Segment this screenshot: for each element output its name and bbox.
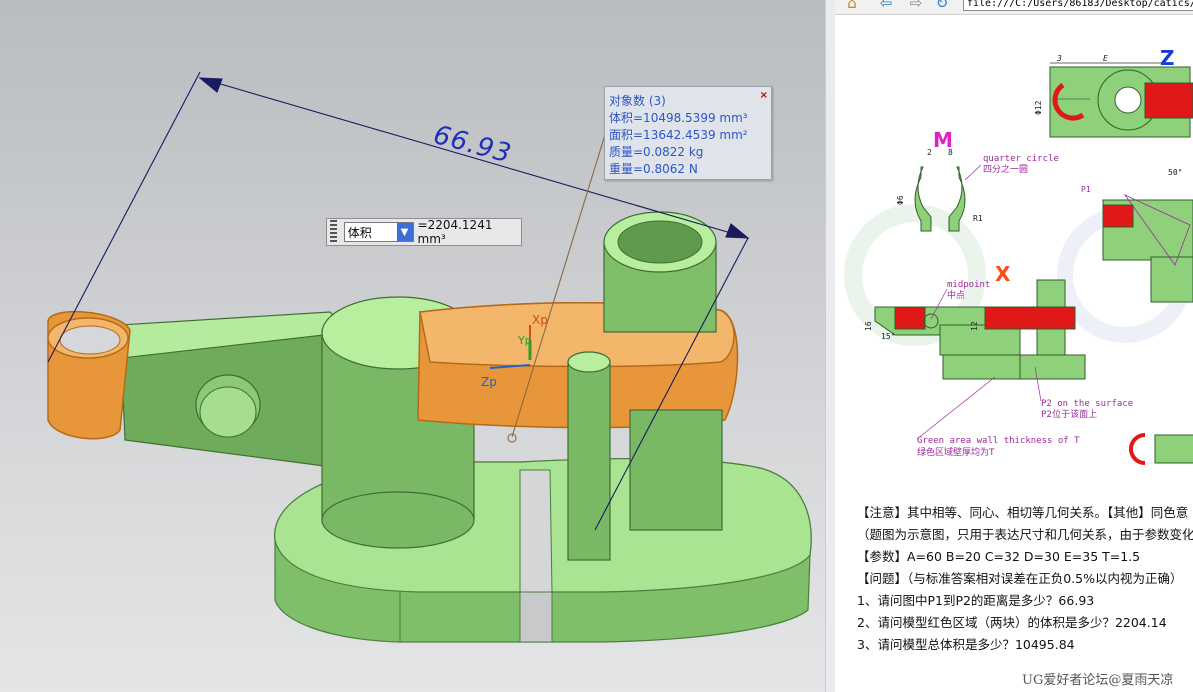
close-icon[interactable]: × [760, 87, 768, 104]
dim-phi12: Φ12 [1034, 100, 1043, 115]
measure-result: =2204.1241 mm³ [417, 218, 493, 246]
dim-three: 3 [1056, 54, 1062, 63]
browser-pane: ⌂ ⇦ ⇨ ↻ file:///C:/Users/86183/Desktop/c… [835, 0, 1193, 692]
dim-fifteen: 15° [881, 332, 895, 341]
info-line-volume: 体积=10498.5399 mm³ [609, 111, 748, 125]
annotation-quarter-cn: 四分之一圆 [983, 163, 1028, 175]
cad-viewport[interactable]: Xp Yp Zp 66.93 对象数 (3) 体积=10498.5399 mm³… [0, 0, 825, 692]
dim-e: E [1103, 54, 1108, 63]
ring-left-highlight[interactable] [47, 311, 131, 440]
dim-two: 2 [927, 148, 932, 157]
view-p1 [1102, 194, 1193, 303]
info-line-weight: 重量=0.8062 N [609, 162, 698, 176]
dim-eight-m: 8 [948, 148, 953, 157]
label-z: Z [1160, 46, 1175, 70]
forward-icon[interactable]: ⇨ [907, 0, 925, 12]
text-line-q2: 2、请问模型红色区域（两块）的体积是多少？2204.14 [857, 615, 1167, 630]
lever-arm[interactable] [119, 311, 356, 471]
browser-toolbar: ⌂ ⇦ ⇨ ↻ file:///C:/Users/86183/Desktop/c… [835, 0, 1193, 15]
annotation-p2-en: P2 on the surface [1041, 399, 1133, 409]
annotation-p1: P1 [1081, 185, 1091, 194]
chevron-down-icon[interactable]: ▼ [396, 223, 413, 241]
text-line-note: 【注意】其中相等、同心、相切等几何关系。【其他】同色意 [857, 505, 1189, 520]
measure-info-panel[interactable]: 对象数 (3) 体积=10498.5399 mm³ 面积=13642.4539 … [604, 86, 772, 180]
measure-type-select[interactable]: 体积 ▼ [343, 222, 414, 242]
dim-phi6: Φ6 [896, 195, 905, 205]
dim-twelve: 12 [970, 321, 979, 331]
view-z [1049, 62, 1193, 138]
annotation-midpoint-en: midpoint [947, 280, 990, 290]
problem-drawing: Z 3 E Φ12 50° M 2 8 Φ6 R1 quarter circle… [844, 46, 1193, 465]
refresh-icon[interactable]: ↻ [933, 0, 951, 12]
annotation-quarter-en: quarter circle [983, 154, 1059, 164]
label-x: X [995, 262, 1011, 286]
csys-y-label: Yp [517, 334, 532, 347]
dim-sixteen: 16 [864, 321, 873, 331]
home-icon[interactable]: ⌂ [843, 0, 861, 12]
text-line-disclaimer: （题图为示意图，只用于表达尺寸和几何关系，由于参数变化 [857, 527, 1193, 542]
text-line-q1: 1、请问图中P1到P2的距离是多少？66.93 [857, 593, 1095, 608]
measure-toolbar[interactable]: 体积 ▼ =2204.1241 mm³ [326, 218, 522, 246]
back-icon[interactable]: ⇦ [877, 0, 895, 12]
csys-z-label: Zp [481, 375, 497, 389]
problem-text: 【注意】其中相等、同心、相切等几何关系。【其他】同色意 （题图为示意图，只用于表… [857, 502, 1193, 656]
dim-r1: R1 [973, 214, 983, 223]
dim-fifty: 50° [1168, 168, 1182, 177]
annotation-green-cn: 绿色区域壁厚均为T [917, 446, 995, 458]
info-line-area: 面积=13642.4539 mm² [609, 128, 748, 142]
csys-x-label: Xp [532, 313, 548, 327]
drag-handle-icon[interactable] [330, 220, 337, 244]
measure-type-value: 体积 [347, 225, 372, 240]
pin[interactable] [567, 351, 611, 561]
forum-watermark: UG爱好者论坛@夏雨天凉 [1022, 673, 1174, 688]
annotation-midpoint-cn: 中点 [947, 289, 965, 301]
info-line-count: 对象数 (3) [609, 94, 666, 108]
info-line-mass: 质量=0.0822 kg [609, 145, 704, 159]
text-line-q3: 3、请问模型总体积是多少？10495.84 [857, 637, 1075, 652]
text-line-question: 【问题】（与标准答案相对误差在正负0.5%以内视为正确） [857, 571, 1183, 586]
annotation-green-en: Green area wall thickness of T [917, 436, 1080, 446]
view-partial-bottom [1129, 433, 1193, 465]
annotation-p2-cn: P2位于该面上 [1041, 408, 1097, 420]
address-bar[interactable]: file:///C:/Users/86183/Desktop/catics/ [963, 0, 1193, 11]
text-line-params: 【参数】A=60 B=20 C=32 D=30 E=35 T=1.5 [857, 549, 1141, 564]
